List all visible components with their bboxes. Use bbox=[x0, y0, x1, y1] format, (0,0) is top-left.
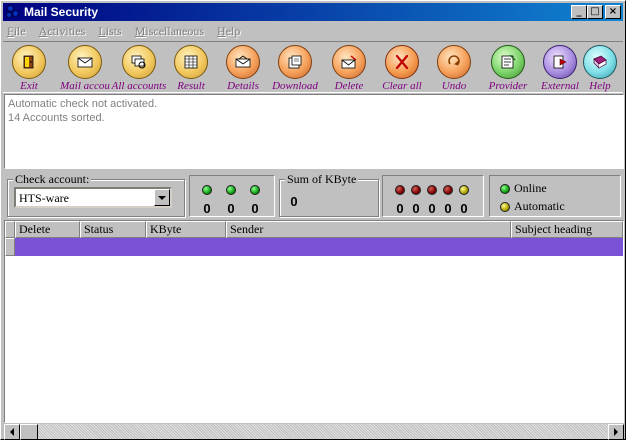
download-icon bbox=[278, 45, 312, 79]
provider-icon bbox=[491, 45, 525, 79]
green-led-icon bbox=[250, 185, 260, 195]
mail-account-icon bbox=[68, 45, 102, 79]
close-icon: × bbox=[608, 6, 618, 17]
clear-all-icon bbox=[385, 45, 419, 79]
column-sender[interactable]: Sender bbox=[226, 221, 511, 238]
column-kbyte[interactable]: KByte bbox=[146, 221, 226, 238]
main-window: Mail Security _ □ × File Activities List… bbox=[0, 0, 626, 440]
red-led-icon bbox=[443, 185, 453, 195]
chevron-down-icon bbox=[158, 195, 166, 200]
sum-kbyte-title: Sum of KByte bbox=[285, 172, 359, 187]
arrow-right-icon bbox=[614, 428, 618, 436]
scroll-thumb[interactable] bbox=[20, 424, 38, 440]
menu-bar: File Activities Lists Miscellaneous Help bbox=[3, 22, 623, 40]
table-row[interactable] bbox=[5, 238, 623, 256]
account-select-value: HTS-ware bbox=[19, 191, 69, 205]
account-select-dropdown-button[interactable] bbox=[154, 189, 170, 206]
minimize-icon: _ bbox=[576, 6, 582, 17]
counter-value: 0 bbox=[227, 201, 235, 216]
sum-kbyte-group: Sum of KByte 0 bbox=[279, 172, 379, 217]
help-label: Help bbox=[589, 80, 611, 92]
undo-icon bbox=[437, 45, 471, 79]
counter-value: 0 bbox=[251, 201, 259, 216]
menu-activities[interactable]: Activities bbox=[39, 24, 86, 39]
counter-value: 0 bbox=[412, 201, 420, 216]
status-log: Automatic check not activated. 14 Accoun… bbox=[4, 94, 624, 169]
toolbar: Exit Mail accou All accounts Result Deta… bbox=[3, 41, 623, 93]
red-led-icon bbox=[395, 185, 405, 195]
yellow-led-icon bbox=[459, 185, 469, 195]
counter-value: 0 bbox=[396, 201, 404, 216]
check-account-title: Check account: bbox=[13, 172, 92, 187]
row-indicator-header bbox=[5, 221, 15, 238]
scroll-right-button[interactable] bbox=[608, 424, 624, 440]
envelope-details-icon bbox=[226, 45, 260, 79]
red-led-icon bbox=[411, 185, 421, 195]
app-icon bbox=[6, 5, 20, 19]
counter-value: 0 bbox=[444, 201, 452, 216]
delete-mail-icon bbox=[332, 45, 366, 79]
row-indicator[interactable] bbox=[5, 238, 15, 256]
door-icon bbox=[12, 45, 46, 79]
menu-help[interactable]: Help bbox=[217, 24, 240, 39]
maximize-button[interactable]: □ bbox=[587, 5, 603, 19]
minimize-button[interactable]: _ bbox=[571, 5, 587, 19]
column-delete[interactable]: Delete bbox=[15, 221, 80, 238]
selected-row-cells[interactable] bbox=[15, 238, 623, 256]
error-counters: 0 0 0 0 0 bbox=[382, 175, 484, 217]
red-led-icon bbox=[427, 185, 437, 195]
maximize-icon: □ bbox=[590, 6, 600, 17]
log-line: 14 Accounts sorted. bbox=[8, 112, 105, 124]
green-led-icon bbox=[226, 185, 236, 195]
help-book-icon bbox=[583, 45, 617, 79]
legend-online: Online bbox=[514, 181, 547, 195]
legend-automatic: Automatic bbox=[514, 199, 565, 213]
help-button[interactable]: Help bbox=[574, 44, 626, 94]
automatic-led-icon bbox=[500, 202, 510, 212]
sum-kbyte-value: 0 bbox=[290, 194, 298, 209]
title-bar[interactable]: Mail Security _ □ × bbox=[3, 3, 623, 21]
mail-table: Delete Status KByte Sender Subject headi… bbox=[4, 220, 624, 423]
menu-lists[interactable]: Lists bbox=[98, 24, 121, 39]
account-counters: 0 0 0 bbox=[189, 175, 275, 217]
log-line: Automatic check not activated. bbox=[8, 98, 158, 110]
scroll-left-button[interactable] bbox=[4, 424, 20, 440]
horizontal-scrollbar[interactable] bbox=[4, 423, 624, 440]
counter-value: 0 bbox=[460, 201, 468, 216]
account-select[interactable]: HTS-ware bbox=[14, 187, 172, 208]
counter-value: 0 bbox=[203, 201, 211, 216]
status-panel: Check account: HTS-ware 0 0 0 Sum of KBy… bbox=[4, 171, 624, 219]
column-subject-heading[interactable]: Subject heading bbox=[511, 221, 623, 238]
window-title: Mail Security bbox=[24, 5, 99, 19]
green-led-icon bbox=[202, 185, 212, 195]
column-status[interactable]: Status bbox=[80, 221, 146, 238]
external-icon bbox=[543, 45, 577, 79]
menu-miscellaneous[interactable]: Miscellaneous bbox=[135, 24, 204, 39]
table-header: Delete Status KByte Sender Subject headi… bbox=[5, 221, 623, 238]
all-accounts-icon bbox=[122, 45, 156, 79]
counter-value: 0 bbox=[428, 201, 436, 216]
arrow-left-icon bbox=[10, 428, 14, 436]
close-button[interactable]: × bbox=[605, 5, 621, 19]
check-account-group: Check account: HTS-ware bbox=[7, 172, 185, 217]
online-led-icon bbox=[500, 184, 510, 194]
menu-file[interactable]: File bbox=[7, 24, 26, 39]
legend-panel: Online Automatic bbox=[489, 175, 621, 217]
result-table-icon bbox=[174, 45, 208, 79]
